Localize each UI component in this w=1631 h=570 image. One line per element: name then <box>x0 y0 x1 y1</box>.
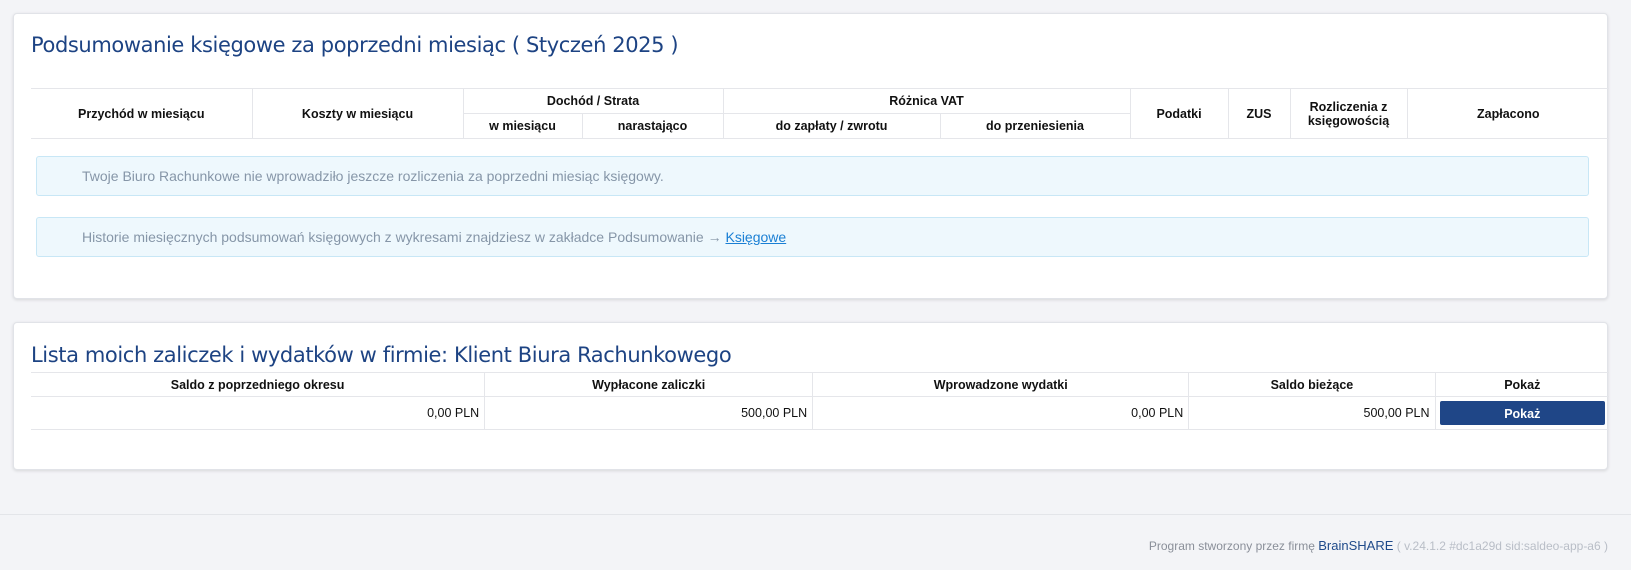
header-taxes: Podatki <box>1129 88 1229 139</box>
header-vat-difference: Różnica VAT <box>722 88 1131 114</box>
header-settlements: Rozliczenia z księgowością <box>1289 88 1408 139</box>
header-vat-to-pay: do zapłaty / zwrotu <box>722 113 940 139</box>
header-settlements-line2: księgowością <box>1307 113 1390 128</box>
show-cell: Pokaż <box>1434 396 1609 430</box>
current-balance-value: 500,00 PLN <box>1188 396 1436 430</box>
table-row: 0,00 PLN 500,00 PLN 0,00 PLN 500,00 PLN … <box>31 396 1609 430</box>
advances-table: Saldo z poprzedniego okresu Wypłacone za… <box>31 372 1609 430</box>
header-expenses-entered: Wprowadzone wydatki <box>812 372 1189 397</box>
advances-paid-value: 500,00 PLN <box>484 396 813 430</box>
header-settlements-line1: Rozliczenia z <box>1309 99 1388 114</box>
header-profit-month: w miesiącu <box>462 113 582 139</box>
accounting-summary-panel: Podsumowanie księgowe za poprzedni miesi… <box>13 13 1610 299</box>
footer-version: ( v.24.1.2 #dc1a29d sid:saldeo-app-a6 ) <box>1393 539 1608 553</box>
footer-text: Program stworzony przez firmę BrainSHARE… <box>1149 538 1608 553</box>
accounting-summary-link[interactable]: Księgowe <box>725 229 786 245</box>
footer: Program stworzony przez firmę BrainSHARE… <box>0 514 1631 570</box>
brand-link[interactable]: BrainSHARE <box>1318 538 1393 553</box>
header-current-balance: Saldo bieżące <box>1188 372 1436 397</box>
header-zus: ZUS <box>1227 88 1291 139</box>
header-profit-loss: Dochód / Strata <box>462 88 723 114</box>
header-paid: Zapłacono <box>1406 88 1610 139</box>
header-vat-carry-over: do przeniesienia <box>939 113 1131 139</box>
header-income: Przychód w miesiącu <box>78 106 205 121</box>
advances-panel: Lista moich zaliczek i wydatków w firmie… <box>13 322 1609 470</box>
header-previous-balance: Saldo z poprzedniego okresu <box>170 377 345 392</box>
history-info-alert: Historie miesięcznych podsumowań księgow… <box>36 217 1589 257</box>
advances-title: Lista moich zaliczek i wydatków w firmie… <box>31 343 732 367</box>
show-button[interactable]: Pokaż <box>1439 401 1605 425</box>
previous-balance-value: 0,00 PLN <box>31 396 485 430</box>
expenses-entered-value: 0,00 PLN <box>812 396 1189 430</box>
summary-title: Podsumowanie księgowe za poprzedni miesi… <box>31 33 679 57</box>
header-profit-cumulative: narastająco <box>581 113 723 139</box>
header-advances-paid: Wypłacone zaliczki <box>484 372 813 397</box>
no-settlement-alert: Twoje Biuro Rachunkowe nie wprowadziło j… <box>36 156 1589 196</box>
summary-table: Przychód w miesiącu Koszty w miesiącu Do… <box>31 88 1610 139</box>
header-show: Pokaż <box>1434 372 1609 397</box>
header-costs: Koszty w miesiącu <box>251 88 463 139</box>
history-info-text: Historie miesięcznych podsumowań księgow… <box>82 229 726 245</box>
footer-prefix: Program stworzony przez firmę <box>1148 539 1319 553</box>
